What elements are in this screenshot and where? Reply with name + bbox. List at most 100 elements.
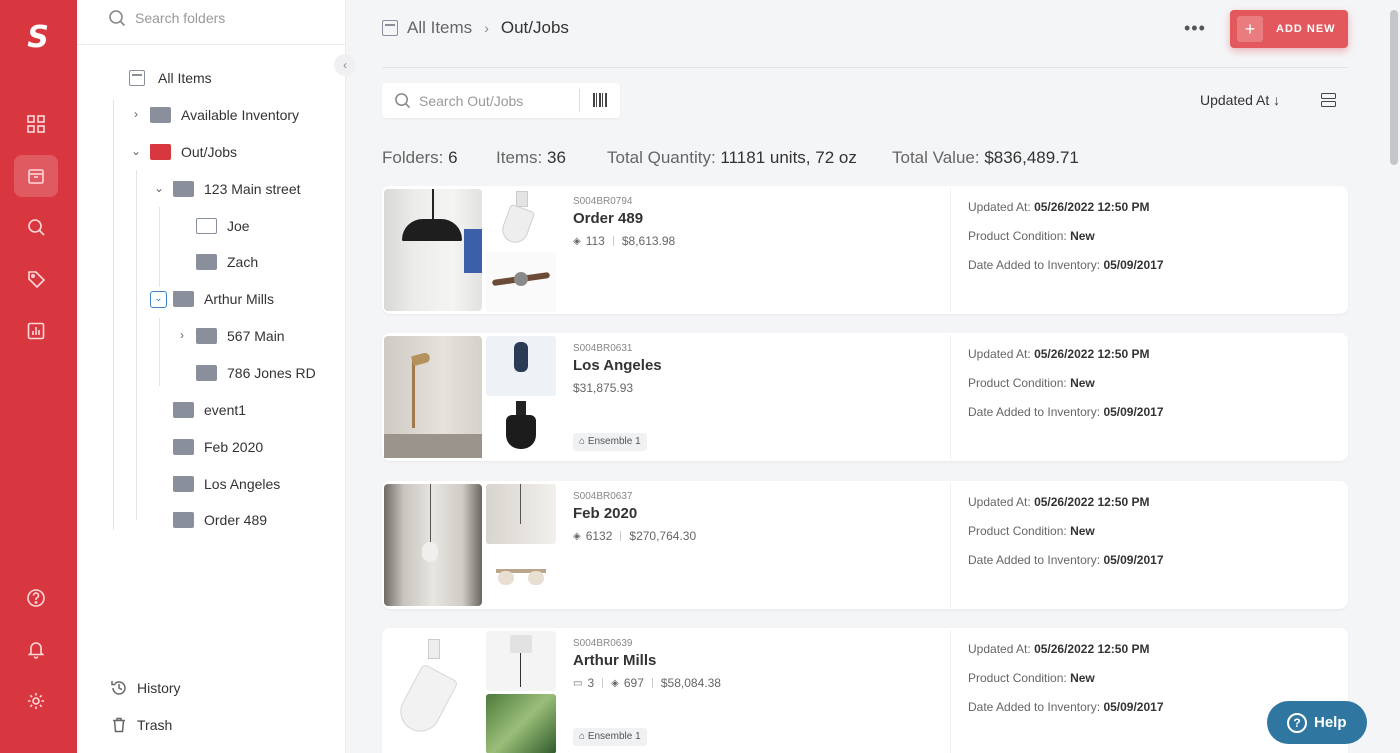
stack-icon: ◈ [611, 677, 619, 689]
item-photo [486, 252, 556, 312]
search-icon[interactable] [14, 206, 58, 248]
folder-icon [173, 402, 194, 418]
quantity-value: 11181 units, 72 oz [720, 148, 857, 167]
track-light [506, 415, 536, 449]
gear-icon[interactable] [14, 680, 58, 722]
tree-item-available-inventory[interactable]: Available Inventory [150, 103, 299, 127]
more-options-icon[interactable]: ••• [1184, 18, 1206, 39]
tree-guide [113, 100, 114, 530]
tags-icon[interactable] [14, 258, 58, 300]
item-sku: S004BR0639 [573, 638, 633, 649]
value-label: Total Value: [892, 148, 980, 167]
total-value: $836,489.71 [984, 148, 1079, 167]
dashboard-icon[interactable] [14, 103, 58, 145]
history-icon [111, 681, 126, 695]
item-name[interactable]: Order 489 [573, 210, 643, 227]
sort-dropdown[interactable]: Updated At ↓ [1200, 92, 1280, 108]
tree-item-all-items[interactable]: All Items [129, 66, 212, 90]
tree-item-zach[interactable]: Zach [196, 250, 258, 274]
tree-item-los-angeles[interactable]: Los Angeles [173, 472, 280, 496]
items-search[interactable]: Search Out/Jobs [382, 83, 620, 118]
tag-label: Ensemble 1 [587, 436, 641, 447]
page-title: Out/Jobs [500, 18, 569, 37]
tree-item-event1[interactable]: event1 [173, 398, 246, 422]
tree-item-arthur-mills[interactable]: Arthur Mills [173, 287, 274, 311]
pendant-cord [520, 484, 521, 524]
lamp-stand [412, 358, 415, 428]
chevron-right-icon[interactable]: › [176, 328, 188, 342]
divider [579, 89, 580, 112]
folder-search-input[interactable]: Search folders [135, 10, 225, 26]
tree-item-123-main-street[interactable]: 123 Main street [173, 177, 301, 201]
item-card-arthur-mills[interactable]: S004BR0639 Arthur Mills ▭ 3 ◈ 697 $58,08… [382, 628, 1348, 753]
divider [950, 483, 951, 607]
item-attributes: Updated At: 05/26/2022 12:50 PM Product … [968, 495, 1164, 582]
items-search-input[interactable]: Search Out/Jobs [419, 93, 523, 109]
trash-label: Trash [137, 717, 173, 733]
stack-icon: ◈ [573, 530, 581, 542]
folder-icon [150, 107, 171, 123]
tree-label: Available Inventory [181, 107, 300, 123]
chevron-right-icon: › [484, 20, 489, 36]
search-icon [395, 93, 411, 109]
item-photo [486, 189, 556, 249]
folder-icon [196, 218, 217, 234]
items-label: Items: [496, 148, 543, 167]
expand-checkbox[interactable]: ⌄ [150, 291, 167, 308]
date-added: Date Added to Inventory: 05/09/2017 [968, 700, 1164, 714]
tag-badge[interactable]: ⌂ Ensemble 1 [573, 728, 647, 746]
tag-badge[interactable]: ⌂ Ensemble 1 [573, 433, 647, 451]
divider [620, 531, 622, 541]
folder-search[interactable]: Search folders [77, 0, 345, 45]
tree-item-order-489[interactable]: Order 489 [173, 508, 267, 532]
history-label: History [137, 680, 181, 696]
tree-guide [136, 170, 137, 520]
tree-label: Los Angeles [204, 476, 281, 492]
item-name[interactable]: Los Angeles [573, 357, 662, 374]
divider [382, 67, 1348, 68]
scrollbar[interactable] [1390, 10, 1398, 165]
item-card-order-489[interactable]: S004BR0794 Order 489 ◈ 113 $8,613.98 Upd… [382, 186, 1348, 314]
help-icon[interactable] [14, 577, 58, 619]
tree-item-joe[interactable]: Joe [196, 214, 250, 238]
product-condition: Product Condition: New [968, 229, 1095, 243]
tree-item-786-jones-rd[interactable]: 786 Jones RD [196, 361, 316, 385]
reports-icon[interactable] [14, 310, 58, 352]
tree-item-567-main[interactable]: 567 Main [196, 324, 285, 348]
chevron-down-icon[interactable]: ⌄ [130, 144, 142, 158]
folder-icon [173, 181, 194, 197]
item-card-los-angeles[interactable]: S004BR0631 Los Angeles $31,875.93 ⌂ Ense… [382, 333, 1348, 461]
add-new-button[interactable]: + ADD NEW [1230, 10, 1348, 48]
plus-icon: + [1237, 16, 1263, 42]
item-name[interactable]: Arthur Mills [573, 652, 656, 669]
tree-label: Out/Jobs [181, 144, 238, 160]
divider [950, 630, 951, 753]
product-condition: Product Condition: New [968, 376, 1095, 390]
updated-at: Updated At: 05/26/2022 12:50 PM [968, 495, 1150, 509]
tree-label: All Items [158, 70, 212, 86]
history-link[interactable]: History [110, 677, 181, 699]
pendant-cord [430, 484, 431, 544]
tree-item-out-jobs[interactable]: Out/Jobs [150, 140, 237, 164]
tree-item-feb-2020[interactable]: Feb 2020 [173, 435, 263, 459]
items-icon[interactable] [14, 155, 58, 197]
trash-link[interactable]: Trash [110, 714, 172, 736]
chevron-right-icon[interactable]: › [130, 107, 142, 121]
item-card-feb-2020[interactable]: S004BR0637 Feb 2020 ◈ 6132 $270,764.30 U… [382, 481, 1348, 609]
help-label: Help [1314, 714, 1347, 731]
collapse-panel-button[interactable]: ‹ [334, 54, 356, 76]
folder-icon [150, 144, 171, 160]
barcode-icon[interactable] [593, 93, 608, 107]
sortly-logo[interactable]: S [24, 22, 52, 54]
divider [602, 678, 604, 688]
item-name[interactable]: Feb 2020 [573, 505, 637, 522]
tree-label: 786 Jones RD [227, 365, 316, 381]
breadcrumb-all-items[interactable]: All Items [407, 18, 472, 38]
tree-label: 123 Main street [204, 181, 301, 197]
help-button[interactable]: ? Help [1267, 701, 1367, 744]
desk [384, 434, 482, 458]
bell-icon[interactable] [14, 628, 58, 670]
tree-label: Arthur Mills [204, 291, 275, 307]
chevron-down-icon[interactable]: ⌄ [153, 181, 165, 195]
list-view-icon[interactable] [1321, 93, 1336, 108]
